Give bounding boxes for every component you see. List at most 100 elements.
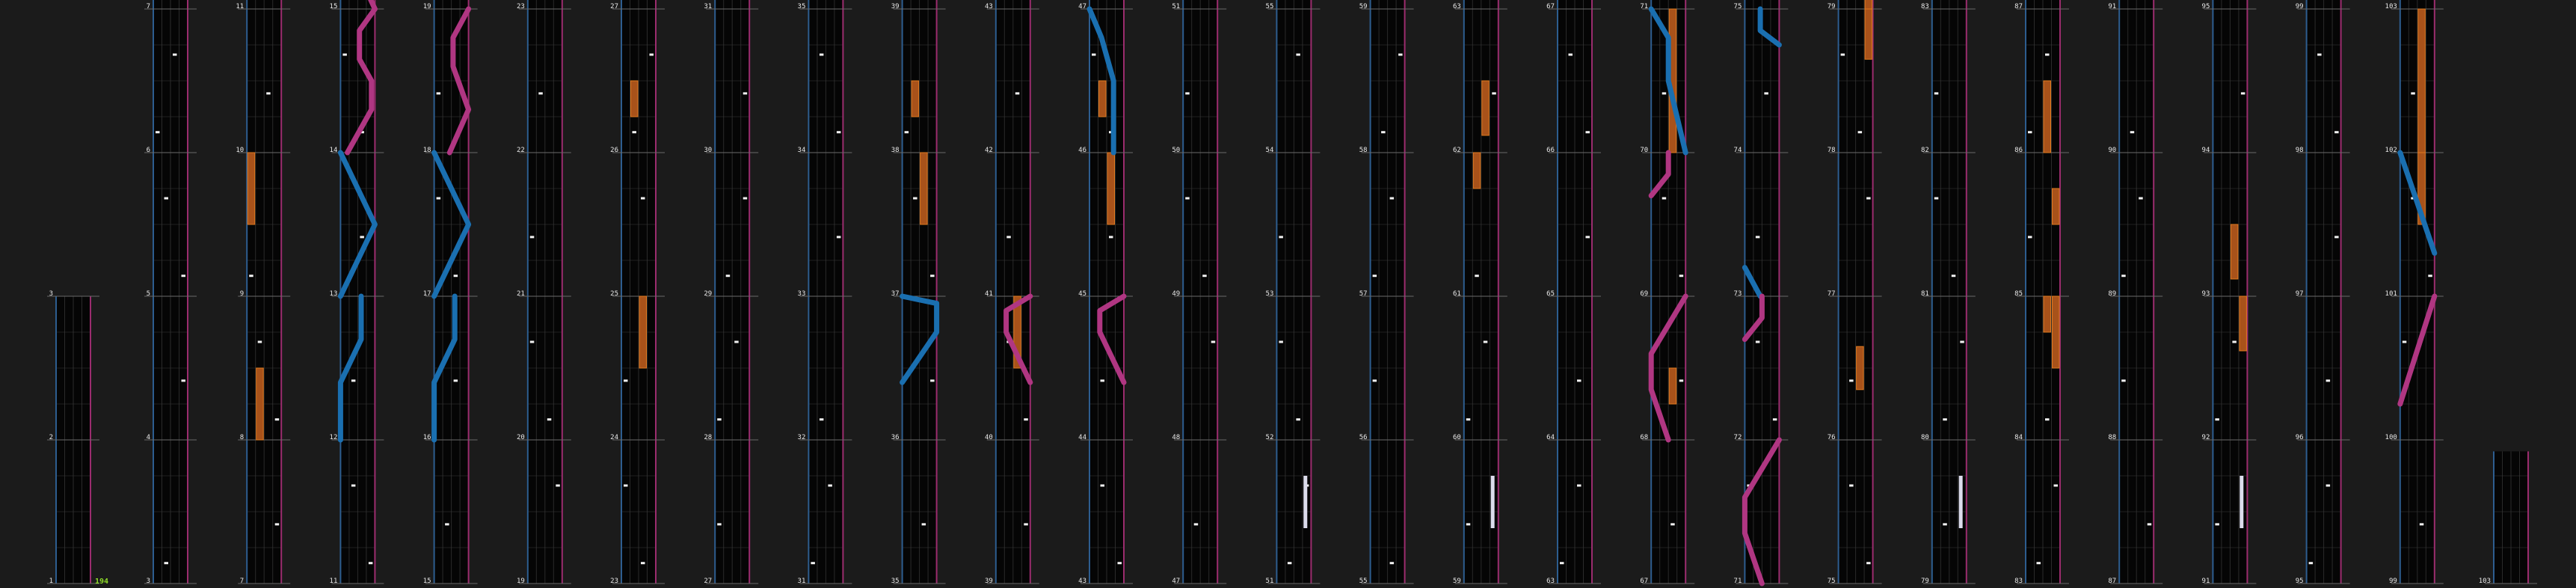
measure-number: 99 — [2296, 3, 2304, 10]
tap-note — [1849, 379, 1854, 382]
tap-note — [2028, 236, 2032, 239]
tap-note — [2240, 92, 2245, 95]
measure-number: 15 — [423, 578, 431, 585]
tap-note — [436, 197, 441, 200]
measure-number: 3 — [147, 578, 150, 585]
measure-number: 29 — [704, 290, 712, 298]
tap-note — [2121, 275, 2126, 278]
tap-note — [342, 53, 347, 56]
measure-number: 68 — [1640, 434, 1648, 441]
tap-note — [1960, 340, 1964, 343]
measure-number: 75 — [1734, 3, 1742, 10]
tap-note — [641, 197, 645, 200]
tap-note — [1287, 562, 1292, 565]
tap-note — [2411, 92, 2415, 95]
tap-note — [1934, 197, 1939, 200]
tap-note — [1934, 92, 1939, 95]
tap-note — [1866, 562, 1871, 565]
tap-note — [1372, 379, 1377, 382]
measure-number: 2 — [49, 434, 53, 441]
measure-number: 23 — [610, 578, 618, 585]
measure-number: 97 — [2296, 290, 2304, 298]
hold-note — [630, 80, 639, 117]
tap-note — [717, 418, 722, 421]
tap-note — [1764, 92, 1768, 95]
tap-note — [904, 131, 909, 134]
measure-number: 102 — [2385, 147, 2397, 154]
measure-number: 93 — [2202, 290, 2210, 298]
measure-number: 73 — [1734, 290, 1742, 298]
tap-note — [632, 131, 636, 134]
measure-number: 101 — [2385, 290, 2397, 298]
tap-note — [2045, 418, 2050, 421]
measure-number: 9 — [240, 290, 244, 298]
tap-note — [1211, 340, 1216, 343]
measure-number: 67 — [1546, 3, 1555, 10]
measure-number: 3 — [49, 290, 53, 298]
tap-note — [1296, 53, 1300, 56]
hold-note — [2417, 8, 2426, 153]
measure-number: 83 — [2014, 578, 2023, 585]
tap-note — [181, 379, 185, 382]
measure-number: 23 — [517, 3, 525, 10]
tap-note — [2053, 484, 2058, 487]
measure-number: 54 — [1266, 147, 1274, 154]
tap-note — [743, 197, 748, 200]
tap-note — [249, 275, 253, 278]
measure-number: 37 — [891, 290, 900, 298]
tap-note — [1279, 236, 1283, 239]
tap-note — [2317, 53, 2322, 56]
measure-number: 67 — [1640, 578, 1648, 585]
measure-number: 79 — [1828, 3, 1836, 10]
tap-note — [2215, 523, 2219, 526]
tap-note — [921, 523, 926, 526]
measure-number: 103 — [2479, 578, 2491, 585]
tap-note — [1466, 523, 1471, 526]
tap-note — [1389, 562, 1395, 565]
measure-number: 33 — [798, 290, 806, 298]
measure-number: 94 — [2202, 147, 2210, 154]
hold-note — [1472, 152, 1481, 189]
tap-note — [1670, 523, 1675, 526]
tap-note — [1679, 379, 1684, 382]
measure-number: 38 — [891, 147, 900, 154]
hold-note — [247, 152, 256, 225]
tap-note — [2326, 379, 2331, 382]
measure-number: 7 — [240, 578, 244, 585]
measure-number: 100 — [2385, 434, 2397, 441]
measure-number: 96 — [2296, 434, 2304, 441]
tap-note — [1662, 92, 1667, 95]
hold-note — [1098, 80, 1107, 117]
measure-number: 26 — [610, 147, 618, 154]
tap-note — [2428, 275, 2432, 278]
measure-number: 57 — [1359, 290, 1368, 298]
measure-number: 75 — [1828, 578, 1836, 585]
measure-number: 28 — [704, 434, 712, 441]
tap-note — [1185, 92, 1190, 95]
measure-number: 69 — [1640, 290, 1648, 298]
measure-number: 7 — [147, 3, 150, 10]
hold-note — [2052, 295, 2060, 369]
tap-note — [2232, 340, 2237, 343]
tap-note — [556, 484, 560, 487]
measure-number: 55 — [1359, 578, 1368, 585]
measure-number: 89 — [2108, 290, 2116, 298]
tap-note — [819, 418, 824, 421]
measure-number: 35 — [891, 578, 900, 585]
tap-note — [2308, 562, 2314, 565]
tap-note — [1006, 236, 1011, 239]
measure-number: 87 — [2108, 578, 2116, 585]
measure-number: 48 — [1172, 434, 1180, 441]
tap-note — [1381, 131, 1386, 134]
tap-note — [1857, 131, 1863, 134]
combo-counter: 194 — [95, 578, 108, 586]
tap-note — [1755, 236, 1760, 239]
tap-note — [1840, 53, 1845, 56]
tap-note — [1662, 197, 1667, 200]
tap-note — [173, 53, 177, 56]
measure-number: 61 — [1453, 290, 1461, 298]
tap-note — [445, 523, 449, 526]
measure-number: 47 — [1078, 3, 1086, 10]
tap-note — [1296, 418, 1300, 421]
hold-note — [920, 152, 928, 225]
